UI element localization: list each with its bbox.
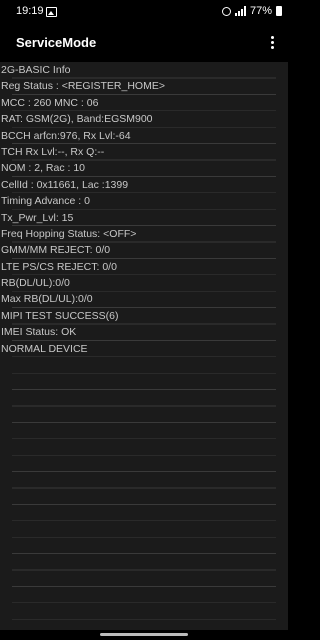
battery-percent: 77%	[249, 5, 272, 17]
overflow-menu-icon[interactable]	[264, 31, 280, 53]
info-line: MIPI TEST SUCCESS(6)	[1, 309, 119, 322]
info-line: Timing Advance : 0	[1, 195, 90, 208]
info-line: TCH Rx Lvl:--, Rx Q:--	[1, 145, 105, 158]
info-line: NOM : 2, Rac : 10	[1, 162, 86, 175]
battery-icon	[276, 6, 282, 16]
info-line: Tx_Pwr_Lvl: 15	[1, 211, 74, 224]
info-list: 2G-BASIC Info Reg Status : <REGISTER_HOM…	[0, 62, 288, 357]
status-icons: 77%	[221, 5, 282, 17]
info-line: Freq Hopping Status: <OFF>	[1, 227, 137, 240]
status-time: 19:19	[16, 5, 44, 17]
info-line: MCC : 260 MNC : 06	[1, 96, 99, 109]
gallery-icon	[46, 7, 57, 17]
app-bar: ServiceMode	[0, 24, 288, 62]
info-line: NORMAL DEVICE	[1, 342, 88, 355]
info-line: RAT: GSM(2G), Band:EGSM900	[1, 113, 153, 126]
info-line: IMEI Status: OK	[1, 326, 77, 339]
signal-icon	[234, 6, 246, 16]
status-bar: 19:19 77%	[0, 0, 288, 24]
info-line: CellId : 0x11661, Lac :1399	[1, 178, 129, 191]
service-info-panel: 2G-BASIC Info Reg Status : <REGISTER_HOM…	[0, 62, 288, 630]
info-line: GMM/MM REJECT: 0/0	[1, 244, 111, 257]
home-handle[interactable]	[100, 633, 188, 636]
info-line: Max RB(DL/UL):0/0	[1, 293, 93, 306]
page-title: ServiceMode	[16, 35, 97, 50]
info-line: Reg Status : <REGISTER_HOME>	[1, 80, 165, 93]
info-line: BCCH arfcn:976, Rx Lvl:-64	[1, 129, 131, 142]
alarm-icon	[221, 6, 231, 16]
info-line: RB(DL/UL):0/0	[1, 277, 70, 290]
navigation-bar	[0, 630, 288, 640]
info-line: 2G-BASIC Info	[1, 64, 71, 76]
info-line: LTE PS/CS REJECT: 0/0	[1, 260, 117, 273]
